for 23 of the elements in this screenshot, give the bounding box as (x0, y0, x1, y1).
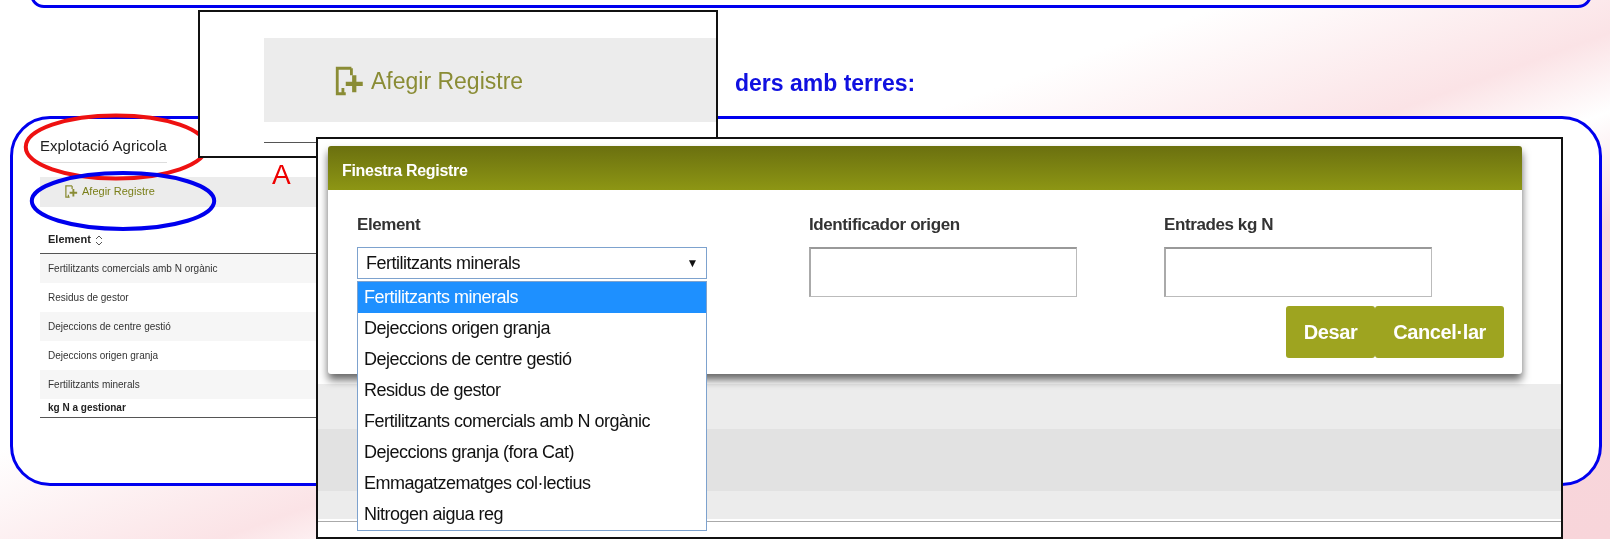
dropdown-option[interactable]: Fertilitzants comercials amb N orgànic (358, 406, 706, 437)
dialog-title: Finestra Registre (342, 161, 468, 181)
dropdown-option[interactable]: Dejeccions origen granja (358, 313, 706, 344)
select-field[interactable]: Fertilitzants minerals ▼ (357, 247, 707, 279)
section-title: Explotació Agricola (40, 135, 167, 163)
field-label: Entrades kg N (1164, 214, 1274, 236)
caret-icon: ▼ (686, 254, 698, 272)
dropdown-option[interactable]: Emmagatzematges col·lectius (358, 468, 706, 499)
add-record-button[interactable]: Afegir Registre (64, 183, 155, 200)
field-label: Element (357, 214, 421, 236)
dropdown-option[interactable]: Residus de gestor (358, 375, 706, 406)
add-icon (64, 183, 79, 199)
input-field[interactable] (809, 247, 1077, 297)
slide-heading: ders amb terres: (735, 69, 916, 98)
table-cell-text: Residus de gestor (47, 290, 130, 305)
field-label: Identificador origen (809, 214, 960, 236)
dropdown-option[interactable]: Nitrogen aigua reg (358, 499, 706, 530)
dropdown-option[interactable]: Dejeccions granja (fora Cat) (358, 437, 706, 468)
table-footer: kg N a gestionar (40, 398, 330, 417)
dropdown-option[interactable]: Dejeccions de centre gestió (358, 344, 706, 375)
table-cell-text: Dejeccions origen granja (47, 348, 160, 363)
overlay-title: A (272, 161, 291, 189)
input-field[interactable] (1164, 247, 1432, 297)
